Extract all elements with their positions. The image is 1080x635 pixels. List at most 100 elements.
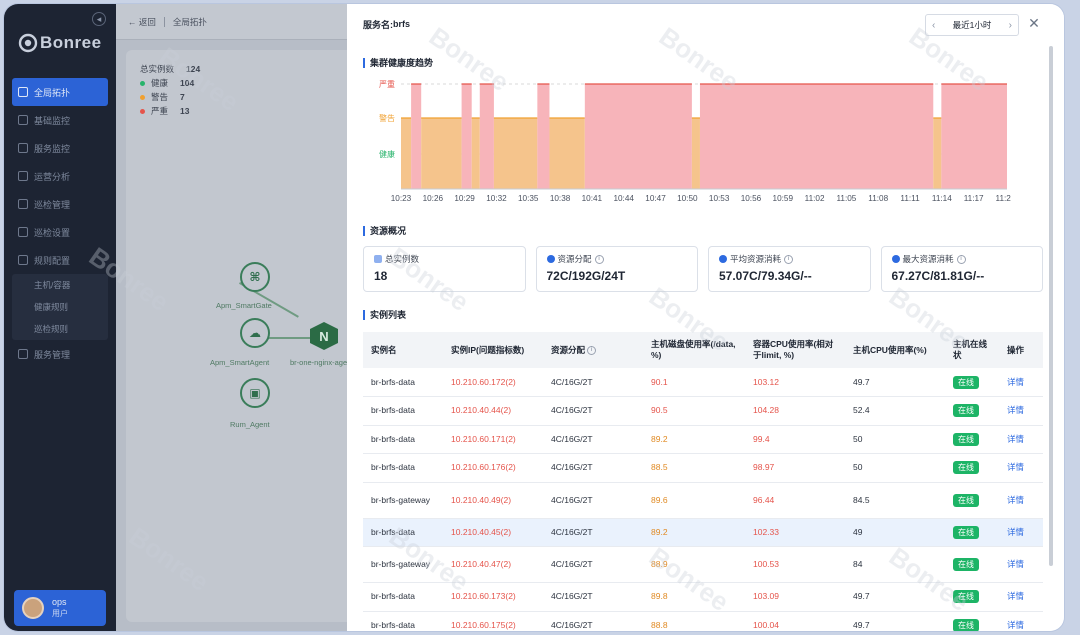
- sidebar-item-service-manage[interactable]: 服务管理: [12, 340, 108, 368]
- table-row[interactable]: br-brfs-gateway 10.210.40.49(2) 4C/16G/2T 8…: [363, 482, 1043, 519]
- logo: Bonree: [18, 32, 108, 54]
- table-row[interactable]: br-brfs-data 10.210.60.172(2) 4C/16G/2T 90.…: [363, 368, 1043, 397]
- cell-cpu-rel: 99.4: [745, 425, 845, 454]
- table-row[interactable]: br-brfs-data 10.210.40.45(2) 4C/16G/2T 89.2…: [363, 518, 1043, 547]
- topology-header: ← 返回 全局拓扑: [116, 4, 356, 40]
- column-header: 操作: [999, 332, 1043, 368]
- status-badge: 在线: [953, 404, 979, 418]
- node-nginx-icon[interactable]: N: [310, 322, 338, 350]
- x-tick-label: 11:05: [836, 194, 856, 203]
- sidebar-item-service[interactable]: 服务监控: [12, 134, 108, 162]
- cell-disk: 89.2: [643, 425, 745, 454]
- table-row[interactable]: br-brfs-data 10.210.60.171(2) 4C/16G/2T 89.…: [363, 425, 1043, 454]
- node-label: br-one-nginx-age: [290, 358, 348, 367]
- detail-link[interactable]: 详情: [1007, 559, 1024, 569]
- user-role: 用户: [52, 609, 68, 618]
- cell-cpu-rel: 104.28: [745, 396, 845, 426]
- detail-link[interactable]: 详情: [1007, 377, 1024, 387]
- detail-link[interactable]: 详情: [1007, 591, 1024, 601]
- status-value: 104: [180, 78, 195, 88]
- node-gateway-icon[interactable]: ⌘: [240, 262, 270, 292]
- node-rum-icon[interactable]: ▣: [240, 378, 270, 408]
- node-agent-icon[interactable]: ☁: [240, 318, 270, 348]
- health-segment: [471, 118, 480, 189]
- instance-list-title: 实例列表: [363, 310, 406, 320]
- health-trend-title: 集群健康度趋势: [363, 58, 433, 68]
- resource-value: 18: [374, 269, 388, 283]
- max-consumption-icon: [891, 255, 900, 263]
- sidebar-item-monitor[interactable]: 基础监控: [12, 106, 108, 134]
- avg-consumption-icon: [719, 255, 727, 263]
- cell-name: br-brfs-data: [363, 396, 443, 426]
- detail-link[interactable]: 详情: [1007, 495, 1024, 505]
- cell-host-cpu: 84: [845, 546, 945, 583]
- cell-disk: 89.8: [643, 582, 745, 612]
- topology-canvas: 总实例数 124 健康 104 警告 7 严重 13 ⌘ Apm_SmartGate ☁ …: [126, 50, 354, 622]
- sidebar-item-rules[interactable]: 规则配置: [12, 246, 108, 274]
- sidebar-item-settings[interactable]: 巡检设置: [12, 218, 108, 246]
- cell-action: 详情: [999, 582, 1043, 612]
- cell-action: 详情: [999, 611, 1043, 631]
- detail-link[interactable]: 详情: [1007, 527, 1024, 537]
- cell-name: br-brfs-data: [363, 453, 443, 483]
- health-segment: [493, 118, 538, 189]
- sidebar-item-inspect[interactable]: 巡检管理: [12, 190, 108, 218]
- health-segment: [479, 84, 494, 189]
- cell-name: br-brfs-data: [363, 518, 443, 547]
- detail-link[interactable]: 详情: [1007, 405, 1024, 415]
- back-link[interactable]: ← 返回: [128, 16, 156, 28]
- detail-link[interactable]: 详情: [1007, 620, 1024, 630]
- rules-icon: [18, 255, 28, 265]
- table-row[interactable]: br-brfs-data 10.210.40.44(2) 4C/16G/2T 90.5…: [363, 396, 1043, 426]
- sidebar: ◂ Bonree 全局拓扑 基础监控 服务监控 运营分析 巡检管理巡检设置规则配置 主机/…: [4, 4, 116, 631]
- drawer-scrollbar[interactable]: [1049, 46, 1053, 566]
- detail-link[interactable]: 详情: [1007, 434, 1024, 444]
- cell-status: 在线: [945, 546, 999, 583]
- cell-disk: 89.2: [643, 518, 745, 547]
- sidebar-item-analysis[interactable]: 运营分析: [12, 162, 108, 190]
- info-icon[interactable]: i: [587, 345, 597, 355]
- sidebar-subitem[interactable]: 主机/容器: [12, 274, 108, 296]
- table-row[interactable]: br-brfs-data 10.210.60.173(2) 4C/16G/2T 89.…: [363, 582, 1043, 612]
- time-range-picker[interactable]: ‹ 最近1小时 ›: [925, 14, 1019, 36]
- health-segment: [933, 118, 942, 189]
- prev-range-icon[interactable]: ‹: [932, 20, 935, 31]
- info-icon[interactable]: i: [956, 254, 966, 264]
- info-icon[interactable]: i: [784, 254, 794, 264]
- detail-link[interactable]: 详情: [1007, 462, 1024, 472]
- table-row[interactable]: br-brfs-data 10.210.60.175(2) 4C/16G/2T 88.…: [363, 611, 1043, 631]
- sidebar-subitem[interactable]: 健康规则: [12, 296, 108, 318]
- sidebar-nav: 全局拓扑 基础监控 服务监控 运营分析 巡检管理巡检设置规则配置 主机/容器 健康规则 巡检规…: [12, 78, 108, 368]
- sidebar-item-label: 巡检设置: [34, 227, 71, 238]
- cell-host-cpu: 49: [845, 518, 945, 547]
- collapse-sidebar-icon[interactable]: ◂: [92, 12, 106, 26]
- sidebar-subitem[interactable]: 巡检规则: [12, 318, 108, 340]
- cell-alloc: 4C/16G/2T: [543, 453, 643, 483]
- next-range-icon[interactable]: ›: [1009, 20, 1012, 31]
- sidebar-item-topology[interactable]: 全局拓扑: [12, 78, 108, 106]
- resource-label: 总实例数: [385, 254, 420, 264]
- cell-ip: 10.210.60.175(2): [443, 611, 543, 631]
- resource-label: 资源分配: [557, 254, 592, 264]
- status-badge: 在线: [953, 432, 979, 446]
- close-icon[interactable]: ✕: [1027, 16, 1041, 30]
- app-window: ◂ Bonree 全局拓扑 基础监控 服务监控 运营分析 巡检管理巡检设置规则配置 主机/…: [4, 4, 1064, 631]
- cell-cpu-rel: 103.09: [745, 582, 845, 612]
- cell-cpu-rel: 96.44: [745, 482, 845, 519]
- service-icon: [18, 143, 28, 153]
- user-menu[interactable]: ops 用户: [14, 590, 106, 626]
- resource-value: 57.07C/79.34G/--: [719, 269, 812, 283]
- health-segment: [691, 118, 700, 189]
- table-row[interactable]: br-brfs-gateway 10.210.40.47(2) 4C/16G/2T 8…: [363, 546, 1043, 583]
- node-label: Rum_Agent: [230, 420, 270, 429]
- table-row[interactable]: br-brfs-data 10.210.60.176(2) 4C/16G/2T 88.…: [363, 453, 1043, 483]
- cell-ip: 10.210.60.171(2): [443, 425, 543, 454]
- status-badge: 在线: [953, 525, 979, 539]
- health-segment: [421, 118, 462, 189]
- topology-icon: [18, 87, 28, 97]
- status-badge: 在线: [953, 618, 979, 631]
- x-tick-label: 10:29: [454, 194, 475, 203]
- info-icon[interactable]: i: [594, 254, 604, 264]
- cell-ip: 10.210.60.176(2): [443, 453, 543, 483]
- cell-alloc: 4C/16G/2T: [543, 396, 643, 426]
